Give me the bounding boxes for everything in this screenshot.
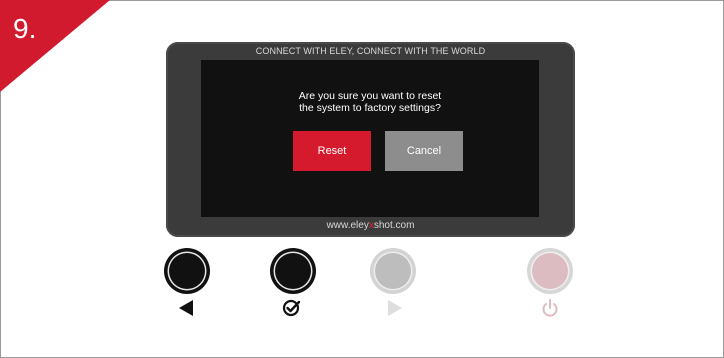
hardware-button-power[interactable] xyxy=(527,248,573,294)
website-suffix: shot.com xyxy=(373,220,415,231)
power-icon xyxy=(542,299,558,317)
left-arrow-icon xyxy=(179,300,193,316)
hardware-button-back[interactable] xyxy=(164,248,210,294)
question-line-1: Are you sure you want to reset xyxy=(298,90,442,102)
question-line-2: the system to factory settings? xyxy=(299,102,441,114)
device-screen: Are you sure you want to reset the syste… xyxy=(201,60,539,217)
right-arrow-icon xyxy=(388,300,402,316)
button-face xyxy=(532,253,568,289)
button-face xyxy=(169,253,205,289)
check-circle-icon xyxy=(282,299,301,317)
step-number: 9. xyxy=(13,13,37,44)
device-website: www.eleyxshot.com xyxy=(166,220,575,231)
reset-confirmation-question: Are you sure you want to reset the syste… xyxy=(201,90,539,114)
device-tagline: CONNECT WITH ELEY, CONNECT WITH THE WORL… xyxy=(255,46,486,56)
hardware-button-confirm[interactable] xyxy=(270,248,316,294)
reset-button[interactable]: Reset xyxy=(293,131,371,171)
hardware-button-forward[interactable] xyxy=(370,248,416,294)
device-panel: CONNECT WITH ELEY, CONNECT WITH THE WORL… xyxy=(166,42,575,237)
button-face xyxy=(275,253,311,289)
button-face xyxy=(375,253,411,289)
website-prefix: www.eley xyxy=(326,220,369,231)
cancel-button[interactable]: Cancel xyxy=(385,131,463,171)
